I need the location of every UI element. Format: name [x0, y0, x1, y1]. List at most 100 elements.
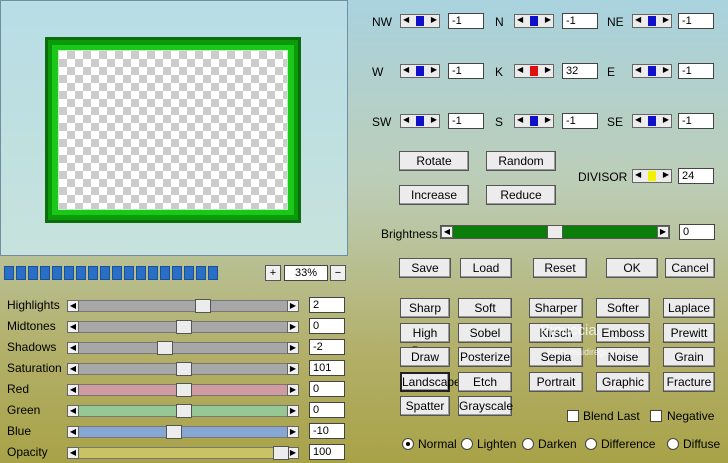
preset-laplace-button[interactable]: Laplace — [663, 298, 715, 318]
green-input[interactable]: 0 — [309, 402, 345, 418]
shadows-input[interactable]: -2 — [309, 339, 345, 355]
green-thumb[interactable] — [176, 404, 192, 418]
left-arrow-icon[interactable]: ◀ — [67, 363, 79, 375]
right-arrow-icon[interactable]: ▶ — [287, 384, 299, 396]
divisor-slider[interactable]: ◀ ▶ — [632, 169, 672, 183]
kernel-k-input[interactable]: 32 — [562, 63, 598, 79]
divisor-input[interactable]: 24 — [678, 168, 714, 184]
left-arrow-icon[interactable]: ◀ — [67, 426, 79, 438]
saturation-thumb[interactable] — [176, 362, 192, 376]
left-arrow-icon[interactable]: ◀ — [67, 447, 79, 459]
kernel-w-input[interactable]: -1 — [448, 63, 484, 79]
kernel-ne-input[interactable]: -1 — [678, 13, 714, 29]
preset-high-pass-button[interactable]: High Pass — [400, 322, 450, 358]
saturation-slider[interactable]: ◀ ▶ — [67, 362, 299, 376]
kernel-e-thumb[interactable] — [648, 66, 656, 76]
load-button[interactable]: Load — [460, 258, 512, 278]
divisor-thumb[interactable] — [648, 171, 656, 181]
kernel-s-slider[interactable]: ◀ ▶ — [514, 114, 554, 128]
left-arrow-icon[interactable]: ◀ — [441, 226, 453, 238]
right-arrow-icon[interactable]: ▶ — [287, 426, 299, 438]
preset-softer-button[interactable]: Softer — [596, 298, 650, 318]
kernel-e-slider[interactable]: ◀ ▶ — [632, 64, 672, 78]
shadows-thumb[interactable] — [156, 341, 173, 355]
preset-draw-button[interactable]: Draw — [400, 347, 450, 368]
kernel-ne-thumb[interactable] — [648, 16, 656, 26]
kernel-n-slider[interactable]: ◀ ▶ — [514, 14, 554, 28]
red-input[interactable]: 0 — [309, 381, 345, 397]
left-arrow-icon[interactable]: ◀ — [67, 384, 79, 396]
kernel-sw-slider[interactable]: ◀ ▶ — [400, 114, 440, 128]
midtones-input[interactable]: 0 — [309, 318, 345, 334]
preset-fracture-button[interactable]: Fracture — [663, 371, 715, 392]
blend-last-checkbox[interactable] — [567, 410, 579, 422]
preset-landscape-button[interactable]: Landscape — [400, 371, 461, 392]
kernel-nw-input[interactable]: -1 — [448, 13, 484, 29]
preset-sobel-button[interactable]: Sobel — [458, 322, 512, 343]
midtones-slider[interactable]: ◀ ▶ — [67, 320, 299, 334]
highlights-thumb[interactable] — [195, 299, 212, 313]
preset-grayscale-button[interactable]: Grayscale — [458, 396, 513, 417]
kernel-n-input[interactable]: -1 — [562, 13, 598, 29]
kernel-k-slider[interactable]: ◀ ▶ — [514, 64, 554, 78]
highlights-input[interactable]: 2 — [309, 297, 345, 313]
red-slider[interactable]: ◀ ▶ — [67, 383, 299, 397]
kernel-s-input[interactable]: -1 — [562, 113, 598, 129]
save-button[interactable]: Save — [399, 258, 451, 278]
preset-grain-button[interactable]: Grain — [663, 347, 715, 368]
rotate-button[interactable]: Rotate — [399, 151, 469, 171]
preset-sharper-button[interactable]: Sharper — [529, 298, 583, 318]
reduce-button[interactable]: Reduce — [486, 185, 556, 205]
negative-checkbox[interactable] — [650, 410, 662, 422]
cancel-button[interactable]: Cancel — [665, 258, 715, 278]
right-arrow-icon[interactable]: ▶ — [287, 363, 299, 375]
kernel-se-input[interactable]: -1 — [678, 113, 714, 129]
preset-emboss-button[interactable]: Emboss — [596, 322, 650, 343]
right-arrow-icon[interactable]: ▶ — [287, 321, 299, 333]
preset-spatter-button[interactable]: Spatter — [400, 396, 450, 417]
kernel-se-thumb[interactable] — [648, 116, 656, 126]
left-arrow-icon[interactable]: ◀ — [67, 405, 79, 417]
mode-darken-radio[interactable] — [522, 438, 534, 450]
preset-portrait-button[interactable]: Portrait — [529, 371, 583, 392]
kernel-k-thumb[interactable] — [530, 66, 538, 76]
left-arrow-icon[interactable]: ◀ — [67, 321, 79, 333]
preset-etch-button[interactable]: Etch — [458, 371, 512, 392]
kernel-nw-slider[interactable]: ◀ ▶ — [400, 14, 440, 28]
preset-sharp-button[interactable]: Sharp — [400, 298, 450, 318]
kernel-n-thumb[interactable] — [530, 16, 538, 26]
highlights-slider[interactable]: ◀ ▶ — [67, 299, 299, 313]
mode-difference-radio[interactable] — [585, 438, 597, 450]
brightness-slider[interactable]: ◀ ▶ — [440, 225, 670, 239]
kernel-s-thumb[interactable] — [530, 116, 538, 126]
saturation-input[interactable]: 101 — [309, 360, 345, 376]
kernel-sw-input[interactable]: -1 — [448, 113, 484, 129]
increase-button[interactable]: Increase — [399, 185, 469, 205]
zoom-out-button[interactable]: − — [330, 265, 346, 281]
zoom-in-button[interactable]: + — [265, 265, 281, 281]
brightness-input[interactable]: 0 — [679, 224, 715, 240]
kernel-sw-thumb[interactable] — [416, 116, 424, 126]
midtones-thumb[interactable] — [176, 320, 192, 334]
right-arrow-icon[interactable]: ▶ — [287, 300, 299, 312]
preset-soft-button[interactable]: Soft — [458, 298, 512, 318]
green-slider[interactable]: ◀ ▶ — [67, 404, 299, 418]
kernel-ne-slider[interactable]: ◀ ▶ — [632, 14, 672, 28]
right-arrow-icon[interactable]: ▶ — [287, 342, 299, 354]
kernel-e-input[interactable]: -1 — [678, 63, 714, 79]
blue-thumb[interactable] — [166, 425, 183, 439]
opacity-slider[interactable]: ◀ ▶ — [67, 446, 299, 460]
preset-prewitt-button[interactable]: Prewitt — [663, 322, 715, 343]
left-arrow-icon[interactable]: ◀ — [67, 342, 79, 354]
kernel-nw-thumb[interactable] — [416, 16, 424, 26]
kernel-se-slider[interactable]: ◀ ▶ — [632, 114, 672, 128]
right-arrow-icon[interactable]: ▶ — [287, 405, 299, 417]
mode-normal-radio[interactable] — [402, 438, 414, 450]
mode-lighten-radio[interactable] — [461, 438, 473, 450]
red-thumb[interactable] — [176, 383, 192, 397]
kernel-w-slider[interactable]: ◀ ▶ — [400, 64, 440, 78]
left-arrow-icon[interactable]: ◀ — [67, 300, 79, 312]
preset-graphic-button[interactable]: Graphic — [596, 371, 650, 392]
brightness-thumb[interactable] — [547, 225, 563, 239]
opacity-input[interactable]: 100 — [309, 444, 345, 460]
